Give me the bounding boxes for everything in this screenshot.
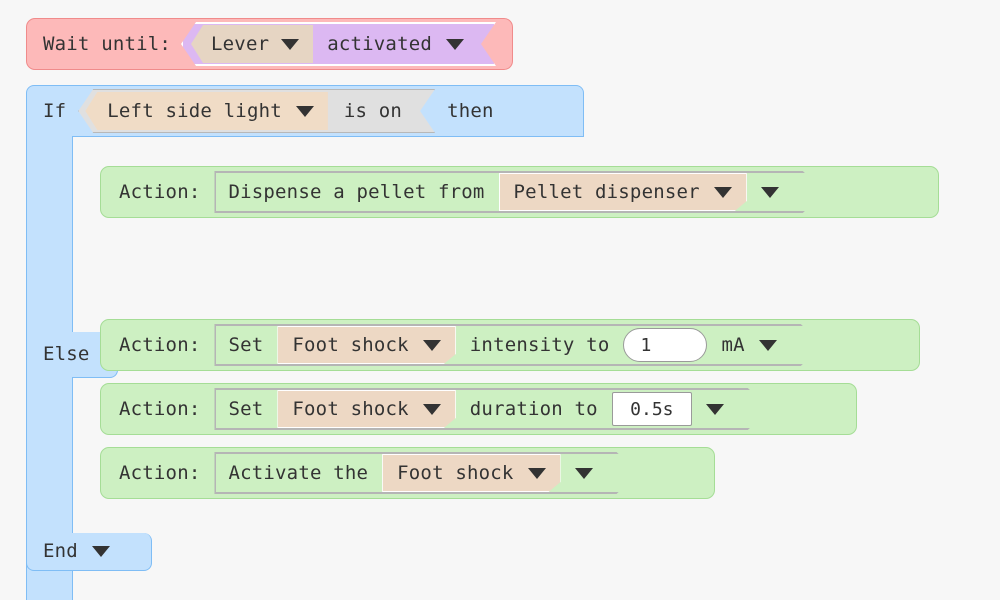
intensity-value: 1 — [640, 334, 652, 356]
action-prefix-label: Action: — [119, 333, 201, 356]
if-state-value: is on — [343, 99, 403, 122]
wait-state-value: activated — [327, 32, 432, 55]
action-dispense-pellet[interactable]: Action: Dispense a pellet from Pellet di… — [100, 166, 939, 218]
else-label: Else — [43, 343, 90, 365]
activate-device-value: Foot shock — [397, 461, 514, 484]
action-set-duration[interactable]: Action: Set Foot shock duration to 0.5s — [100, 383, 857, 435]
wait-device-value: Lever — [211, 32, 270, 55]
dispense-device-value: Pellet dispenser — [513, 180, 700, 203]
if-branch-spine — [26, 136, 73, 318]
caret-down-icon[interactable] — [446, 39, 464, 50]
caret-down-icon[interactable] — [296, 106, 314, 117]
wait-until-label: Wait until: — [43, 32, 172, 55]
wait-device-dropdown[interactable]: Lever — [191, 25, 313, 63]
caret-down-icon[interactable] — [281, 39, 299, 50]
duration-device-dropdown[interactable]: Foot shock — [277, 390, 455, 428]
intensity-verb: Set — [228, 333, 264, 356]
blocks-workspace: Wait until: Lever activated If Left side… — [0, 0, 1000, 600]
action-activate-device[interactable]: Action: Activate the Foot shock — [100, 447, 715, 499]
dispense-text: Dispense a pellet from — [228, 180, 485, 203]
caret-down-icon[interactable] — [91, 546, 110, 557]
caret-down-icon[interactable] — [423, 340, 441, 351]
else-spine-connector — [26, 318, 73, 333]
duration-device-value: Foot shock — [292, 397, 409, 420]
if-header[interactable]: If Left side light is on then — [26, 85, 584, 137]
end-label: End — [43, 540, 78, 562]
caret-down-icon[interactable] — [574, 467, 593, 479]
activate-statement-slot[interactable]: Activate the Foot shock — [214, 452, 638, 494]
action-prefix-label: Action: — [119, 180, 201, 203]
duration-property-label: duration to — [469, 397, 598, 420]
duration-value-input[interactable]: 0.5s — [611, 392, 692, 426]
caret-down-icon[interactable] — [528, 468, 546, 479]
caret-down-icon[interactable] — [714, 187, 732, 198]
action-prefix-label: Action: — [119, 397, 201, 420]
if-device-value: Left side light — [107, 99, 282, 122]
intensity-statement-slot[interactable]: Set Foot shock intensity to 1 mA — [214, 324, 822, 366]
intensity-property-label: intensity to — [469, 333, 610, 356]
duration-statement-slot[interactable]: Set Foot shock duration to 0.5s — [214, 388, 769, 430]
intensity-unit-label: mA — [721, 333, 745, 356]
action-prefix-label: Action: — [119, 461, 201, 484]
duration-value: 0.5s — [630, 398, 674, 420]
wait-condition-hexagon[interactable]: Lever activated — [181, 22, 496, 66]
caret-down-icon[interactable] — [760, 186, 779, 198]
intensity-device-dropdown[interactable]: Foot shock — [277, 326, 455, 364]
if-condition-hexagon[interactable]: Left side light is on — [78, 89, 435, 133]
activate-device-dropdown[interactable]: Foot shock — [382, 454, 560, 492]
if-label: If — [43, 99, 67, 122]
duration-verb: Set — [228, 397, 264, 420]
end-footer[interactable]: End — [26, 533, 152, 571]
caret-down-icon[interactable] — [423, 404, 441, 415]
activate-text: Activate the — [228, 461, 369, 484]
intensity-device-value: Foot shock — [292, 333, 409, 356]
caret-down-icon[interactable] — [705, 403, 724, 415]
intensity-value-input[interactable]: 1 — [623, 328, 708, 362]
dispense-device-dropdown[interactable]: Pellet dispenser — [499, 173, 747, 211]
caret-down-icon[interactable] — [758, 339, 777, 351]
wait-until-block[interactable]: Wait until: Lever activated — [26, 18, 513, 70]
if-device-dropdown[interactable]: Left side light — [85, 92, 328, 130]
dispense-statement-slot[interactable]: Dispense a pellet from Pellet dispenser — [214, 171, 824, 213]
then-label: then — [447, 99, 494, 122]
action-set-intensity[interactable]: Action: Set Foot shock intensity to 1 mA — [100, 319, 920, 371]
